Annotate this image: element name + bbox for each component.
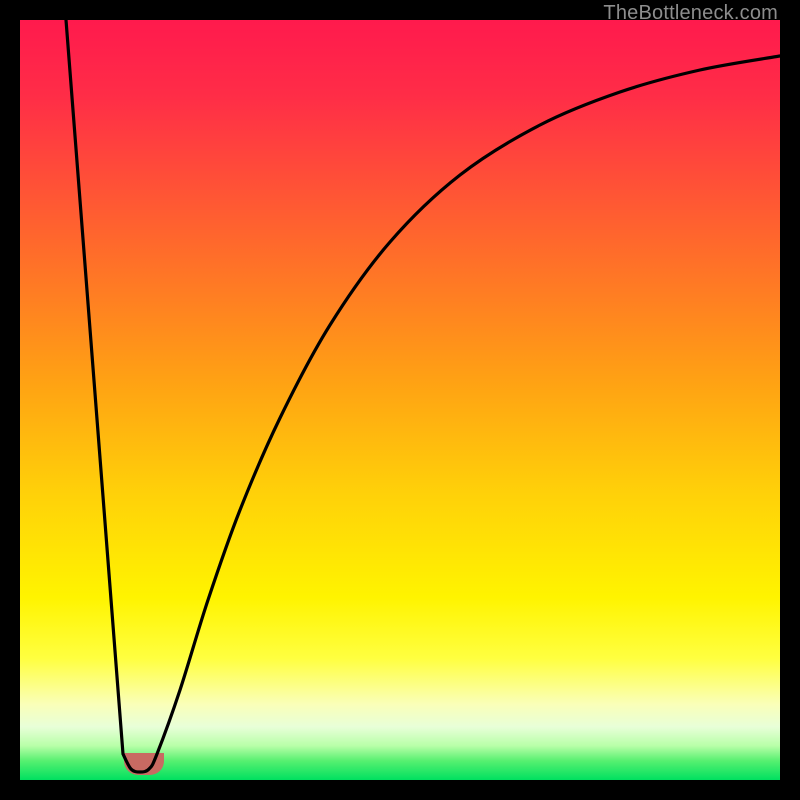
plot-area	[20, 20, 780, 780]
chart-container: TheBottleneck.com	[0, 0, 800, 800]
curve-layer	[20, 20, 780, 780]
watermark-text: TheBottleneck.com	[603, 2, 778, 25]
bottleneck-curve	[66, 20, 780, 772]
